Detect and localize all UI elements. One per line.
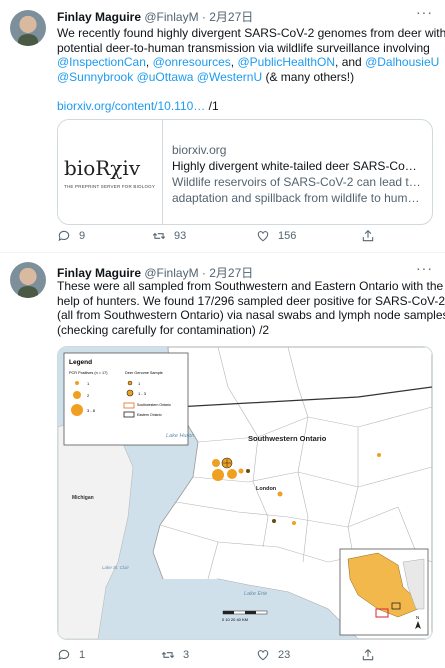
tweet-text-line: biorxiv.org/content/10.110… /1 [57,99,435,114]
tweet-link[interactable]: @Sunnybrook [57,70,133,84]
handle[interactable]: @FinlayM [144,266,198,280]
legend-genome-2-symbol [126,389,134,397]
tweet-text: These were all sampled from Southwestern… [57,279,445,338]
tweet-text-segment: , [145,55,153,69]
lake-erie-label: Lake Erie [244,591,267,597]
card-body: biorxiv.org Highly divergent white-taile… [172,142,424,206]
reply-button[interactable]: 9 [57,229,85,243]
tweet-link[interactable]: biorxiv.org/content/10.110… [57,99,205,113]
legend-pcr-2-symbol [73,391,81,399]
scale-label: 0 10 20 40 KM [222,617,248,622]
retweet-button[interactable]: 93 [152,229,186,243]
tweet-link[interactable]: @PublicHealthON [237,55,335,69]
reply-count: 1 [79,649,86,661]
tweet-text-segment: (all from Southwestern Ontario) via nasa… [57,308,445,322]
reply-button[interactable]: 1 [57,648,85,662]
tweet-link[interactable]: @onresources [153,55,231,69]
legend-pcr-3: 3 - 8 [87,408,96,413]
tweet-text-line: potential deer-to-human transmission via… [57,41,435,56]
tweet-text-line [57,84,435,99]
display-name[interactable]: Finlay Maguire [57,266,141,280]
map-svg: Legend PCR Positives (n = 17) Deer Genom… [58,347,432,639]
legend-pcr-heading: PCR Positives (n = 17) [69,371,108,375]
tweet-text-line: We recently found highly divergent SARS-… [57,26,445,41]
more-options-icon[interactable]: ··· [416,260,433,276]
avatar[interactable] [10,262,46,298]
logo-text: bioRχiv [64,156,141,180]
tweet-header: Finlay Maguire @FinlayM · 2月27日 [57,8,253,25]
card-domain: biorxiv.org [172,143,227,157]
like-button[interactable]: 156 [256,229,296,243]
retweet-icon [152,232,166,240]
retweet-count: 93 [174,230,187,242]
reply-icon [58,230,70,242]
map-legend: Legend PCR Positives (n = 17) Deer Genom… [63,352,189,446]
more-options-icon[interactable]: ··· [416,4,433,20]
north-label: N [416,615,419,620]
legend-pcr-1-symbol [75,381,79,385]
like-button[interactable]: 23 [256,648,290,662]
biorxiv-logo: bioRχiv THE PREPRINT SERVER FOR BIOLOGY [58,120,163,224]
tweet-text-segment: These were all sampled from Southwestern… [57,279,444,293]
like-count: 23 [278,649,291,661]
tweet-link[interactable]: @WesternU [197,70,262,84]
legend-genome-heading: Deer Genome Sample [125,371,163,375]
tweet-link[interactable]: @uOttawa [137,70,194,84]
tweet-text-segment: (& many others!) [262,69,355,84]
legend-genome-1-symbol [127,380,133,386]
tweet-text-line: @Sunnybrook @uOttawa @WesternU (& many o… [57,70,435,85]
michigan-label: Michigan [72,495,94,501]
tweet-text-line: These were all sampled from Southwestern… [57,279,443,294]
region-label: Southwestern Ontario [248,434,327,443]
tweet-text-line: (all from Southwestern Ontario) via nasa… [57,308,445,323]
share-icon [362,230,374,242]
ontario-map-image[interactable]: Legend PCR Positives (n = 17) Deer Genom… [57,346,433,640]
display-name[interactable]: Finlay Maguire [57,10,141,24]
lake-huron-label: Lake Huron [166,433,194,439]
legend-genome-2: 1 - 3 [138,391,147,396]
handle[interactable]: @FinlayM [144,10,198,24]
legend-sw: Southwestern Ontario [137,403,171,407]
retweet-icon [161,651,175,659]
share-button[interactable] [361,648,375,662]
tweet-actions: 9 93 156 [57,229,435,247]
share-button[interactable] [361,229,375,243]
tweet-text-segment: help of hunters. We found 17/296 sampled… [57,293,445,308]
london-label: London [256,486,277,492]
heart-icon [257,231,269,242]
card-description-line-1: Wildlife reservoirs of SARS-CoV-2 can le… [172,175,424,189]
retweet-count: 3 [183,649,190,661]
tweet-text-line: help of hunters. We found 17/296 sampled… [57,294,445,309]
tweet-text-line: (checking carefully for contamination) /… [57,323,435,338]
lake-st-clair-label: Lake St. Clair [102,565,130,570]
tweet-text: We recently found highly divergent SARS-… [57,26,445,114]
timestamp[interactable]: · 2月27日 [202,10,253,24]
tweet-text-line: @InspectionCan, @onresources, @PublicHea… [57,55,439,70]
like-count: 156 [278,230,297,242]
link-card[interactable]: bioRχiv THE PREPRINT SERVER FOR BIOLOGY … [57,119,433,225]
avatar[interactable] [10,10,46,46]
tweet-text-segment: potential deer-to-human transmission via… [57,40,430,55]
heart-icon [257,650,269,661]
timestamp[interactable]: · 2月27日 [202,266,253,280]
card-title: Highly divergent white-tailed deer SARS-… [172,159,424,173]
inset-map: N [339,548,429,636]
tweet-link[interactable]: @InspectionCan [57,55,146,69]
legend-title: Legend [69,359,92,366]
tweet-text-segment: (checking carefully for contamination) /… [57,322,270,337]
tweet-1[interactable]: Finlay Maguire @FinlayM · 2月27日 ··· We r… [0,0,445,252]
tweet-actions: 1 3 23 [57,648,435,666]
reply-count: 9 [79,230,86,242]
reply-icon [58,649,70,661]
legend-pcr-3-symbol [71,404,83,416]
tweet-text-segment: /1 [205,98,219,113]
share-icon [362,649,374,661]
logo-subtitle: THE PREPRINT SERVER FOR BIOLOGY [64,184,156,189]
legend-east: Eastern Ontario [137,413,162,417]
tweet-link[interactable]: @DalhousieU [365,55,439,69]
tweet-text-segment: We recently found highly divergent SARS-… [57,26,445,40]
tweet-text-segment: , and [335,55,366,69]
card-description-line-2: adaptation and spillback from wildlife t… [172,191,424,205]
retweet-button[interactable]: 3 [161,648,189,662]
